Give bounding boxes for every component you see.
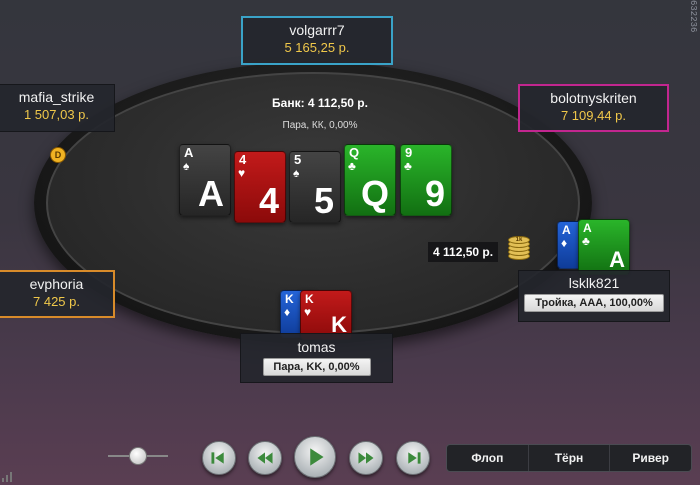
step-forward-button[interactable] <box>349 441 383 475</box>
card-suit: ♥ <box>238 166 246 180</box>
pot-hand-info: Пара, КК, 0,00% <box>282 120 358 131</box>
card-rank-large: A <box>198 173 224 214</box>
card-rank-small: K <box>285 292 294 306</box>
card-rank-small: 4 <box>239 152 247 167</box>
card-suit: ♣ <box>404 159 412 173</box>
board-card-3: 5 ♠ 5 <box>289 151 341 223</box>
player-name: lsklk821 <box>568 275 620 291</box>
player-name: tomas <box>297 339 336 355</box>
hand-strength-badge: Пара, KK, 0,00% <box>262 358 371 376</box>
player-stack: 1 507,03 р. <box>23 107 90 122</box>
turn-button[interactable]: Тёрн <box>529 445 611 471</box>
speed-slider-handle[interactable] <box>129 447 147 465</box>
seat-mafia-strike[interactable]: mafia_strike 1 507,03 р. <box>0 84 115 132</box>
signal-bars-icon <box>2 472 12 482</box>
card-suit: ♦ <box>561 236 568 250</box>
card-rank-small: A <box>184 145 194 160</box>
card-rank-large: Q <box>360 173 389 214</box>
player-name: evphoria <box>29 276 84 292</box>
step-back-button[interactable] <box>248 441 282 475</box>
play-icon <box>310 448 324 466</box>
flop-button[interactable]: Флоп <box>447 445 529 471</box>
card-rank-large: A <box>609 247 625 272</box>
card-rank-small: K <box>305 292 314 306</box>
board-card-4: Q ♣ Q <box>344 144 396 216</box>
player-stack: 7 425 р. <box>33 294 80 309</box>
card-suit: ♣ <box>348 159 356 173</box>
skip-to-end-icon <box>408 452 421 464</box>
river-button[interactable]: Ривер <box>610 445 691 471</box>
lk-card-2: A ♣ A <box>578 219 630 275</box>
board-card-5: 9 ♣ 9 <box>400 144 452 216</box>
play-button[interactable] <box>294 436 336 478</box>
card-rank-small: 5 <box>294 152 302 167</box>
card-suit: ♣ <box>582 234 590 248</box>
card-rank-large: 5 <box>313 180 334 221</box>
skip-to-end-button[interactable] <box>396 441 430 475</box>
dealer-button: D <box>50 147 66 163</box>
hand-strength-badge: Тройка, AAA, 100,00% <box>524 294 664 312</box>
player-stack: 7 109,44 р. <box>560 108 627 123</box>
pot-label: Банк: 4 112,50 р. <box>272 96 368 110</box>
seat-volgarrr7[interactable]: volgarrr7 5 165,25 р. <box>241 16 393 65</box>
card-suit: ♦ <box>284 305 291 319</box>
card-suit: ♠ <box>183 159 190 173</box>
chip-stack-icon: 1k <box>508 234 530 260</box>
chip-label: 1k <box>508 236 530 244</box>
seat-tomas[interactable]: tomas Пара, KK, 0,00% <box>240 333 393 383</box>
board-card-2: 4 ♥ 4 <box>234 151 286 223</box>
card-rank-small: 9 <box>405 145 413 160</box>
card-rank-small: A <box>562 223 571 237</box>
step-forward-icon <box>358 452 374 464</box>
player-stack: 5 165,25 р. <box>284 40 350 55</box>
rewind-to-start-button[interactable] <box>202 441 236 475</box>
board-card-1: A ♠ A <box>179 144 231 216</box>
player-name: bolotnyskriten <box>550 90 637 106</box>
card-rank-small: Q <box>349 145 360 160</box>
bet-amount: 4 112,50 р. <box>428 242 499 262</box>
rewind-to-start-icon <box>211 452 224 464</box>
hand-id-label: 632236 <box>688 0 698 33</box>
card-rank-large: 4 <box>258 180 279 221</box>
card-rank-small: A <box>583 221 592 235</box>
player-name: mafia_strike <box>18 89 95 105</box>
player-name: volgarrr7 <box>289 22 345 38</box>
seat-lsklk821[interactable]: lsklk821 Тройка, AAA, 100,00% <box>518 270 670 322</box>
seat-evphoria[interactable]: evphoria 7 425 р. <box>0 270 115 318</box>
seat-bolotnyskriten[interactable]: bolotnyskriten 7 109,44 р. <box>518 84 669 132</box>
card-suit: ♥ <box>304 305 312 319</box>
card-suit: ♠ <box>293 166 300 180</box>
card-rank-large: 9 <box>424 173 445 214</box>
step-back-icon <box>257 452 273 464</box>
street-selector: Флоп Тёрн Ривер <box>446 444 692 472</box>
